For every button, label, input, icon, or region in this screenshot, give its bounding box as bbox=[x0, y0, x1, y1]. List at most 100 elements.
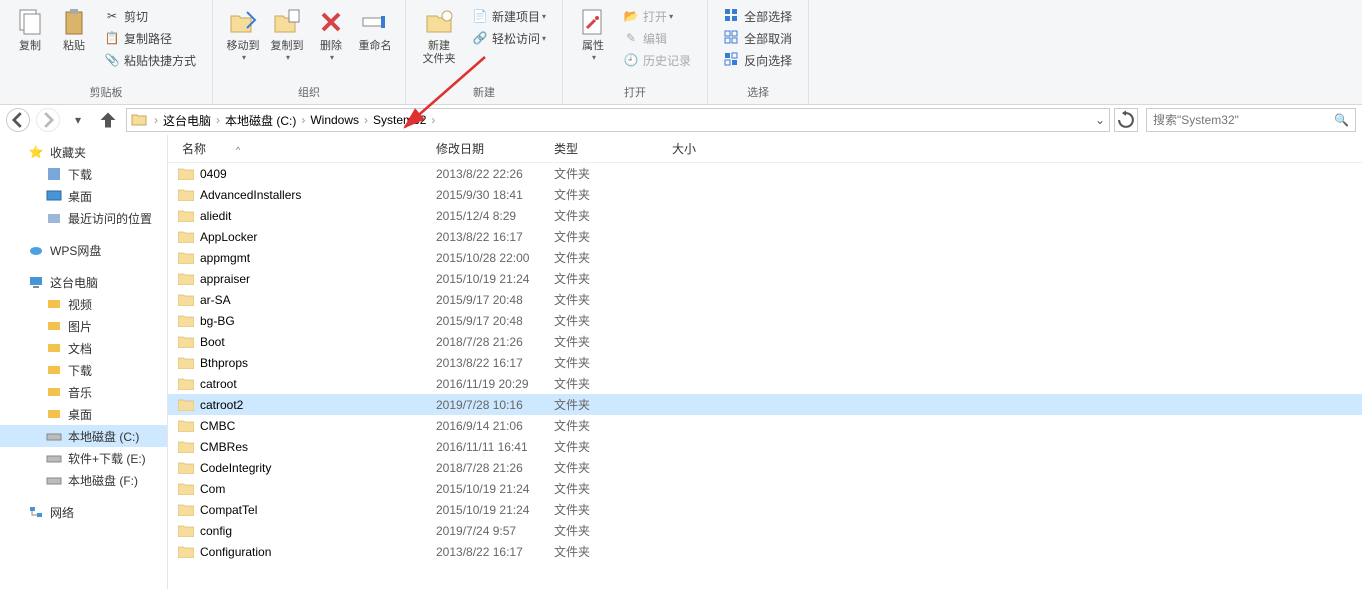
sidebar-videos[interactable]: 视频 bbox=[0, 293, 167, 315]
move-to-button[interactable]: 移动到▾ bbox=[221, 4, 265, 62]
sidebar-network[interactable]: 网络 bbox=[0, 501, 167, 523]
folder-icon bbox=[178, 524, 194, 537]
breadcrumb-separator[interactable]: › bbox=[151, 113, 161, 127]
forward-button[interactable] bbox=[36, 108, 60, 132]
back-button[interactable] bbox=[6, 108, 30, 132]
paste-button[interactable]: 粘贴 bbox=[52, 4, 96, 53]
sidebar-music[interactable]: 音乐 bbox=[0, 381, 167, 403]
file-type-cell: 文件夹 bbox=[554, 480, 672, 497]
breadcrumb-separator[interactable]: › bbox=[213, 113, 223, 127]
cut-button[interactable]: ✂剪切 bbox=[100, 5, 200, 27]
file-row[interactable]: CMBC2016/9/14 21:06文件夹 bbox=[168, 415, 1362, 436]
new-folder-button[interactable]: 新建 文件夹 bbox=[414, 4, 464, 66]
history-button[interactable]: 🕘历史记录 bbox=[619, 49, 695, 71]
file-row[interactable]: Boot2018/7/28 21:26文件夹 bbox=[168, 331, 1362, 352]
sidebar-fdrive[interactable]: 本地磁盘 (F:) bbox=[0, 469, 167, 491]
refresh-button[interactable] bbox=[1114, 108, 1138, 132]
breadcrumb-windows[interactable]: Windows bbox=[308, 113, 361, 127]
file-row[interactable]: bg-BG2015/9/17 20:48文件夹 bbox=[168, 310, 1362, 331]
copy-path-button[interactable]: 📋复制路径 bbox=[100, 27, 200, 49]
sidebar-desktop2[interactable]: 桌面 bbox=[0, 403, 167, 425]
file-row[interactable]: config2019/7/24 9:57文件夹 bbox=[168, 520, 1362, 541]
music-icon bbox=[46, 384, 62, 400]
file-row[interactable]: appmgmt2015/10/28 22:00文件夹 bbox=[168, 247, 1362, 268]
file-date-cell: 2015/9/30 18:41 bbox=[436, 188, 554, 202]
select-all-button[interactable]: 全部选择 bbox=[720, 5, 796, 27]
file-row[interactable]: Configuration2013/8/22 16:17文件夹 bbox=[168, 541, 1362, 562]
ribbon-group-new: 新建 文件夹 📄新建项目▾ 🔗轻松访问▾ 新建 bbox=[406, 0, 563, 104]
file-name-cell: ar-SA bbox=[178, 293, 436, 307]
rename-button[interactable]: 重命名 bbox=[353, 4, 397, 53]
select-invert-icon bbox=[724, 52, 740, 68]
sidebar-documents[interactable]: 文档 bbox=[0, 337, 167, 359]
sidebar-wps[interactable]: WPS网盘 bbox=[0, 239, 167, 261]
rename-icon bbox=[359, 6, 391, 38]
sidebar-pictures[interactable]: 图片 bbox=[0, 315, 167, 337]
breadcrumb-separator[interactable]: › bbox=[361, 113, 371, 127]
col-name-header[interactable]: 名称^ bbox=[178, 140, 436, 157]
new-folder-icon bbox=[423, 6, 455, 38]
file-date-cell: 2016/11/19 20:29 bbox=[436, 377, 554, 391]
sidebar-downloads2[interactable]: 下载 bbox=[0, 359, 167, 381]
col-type-header[interactable]: 类型 bbox=[554, 140, 672, 157]
file-type-cell: 文件夹 bbox=[554, 543, 672, 560]
file-date-cell: 2015/9/17 20:48 bbox=[436, 293, 554, 307]
edit-button[interactable]: ✎编辑 bbox=[619, 27, 695, 49]
file-row[interactable]: AdvancedInstallers2015/9/30 18:41文件夹 bbox=[168, 184, 1362, 205]
column-headers: 名称^ 修改日期 类型 大小 bbox=[168, 135, 1362, 163]
address-dropdown[interactable]: ⌄ bbox=[1095, 113, 1105, 127]
file-name-cell: CMBRes bbox=[178, 440, 436, 454]
file-row[interactable]: catroot22019/7/28 10:16文件夹 bbox=[168, 394, 1362, 415]
breadcrumb-system32[interactable]: System32 bbox=[371, 113, 428, 127]
col-date-header[interactable]: 修改日期 bbox=[436, 140, 554, 157]
download-icon bbox=[46, 166, 62, 182]
file-row[interactable]: ar-SA2015/9/17 20:48文件夹 bbox=[168, 289, 1362, 310]
sidebar-this-pc[interactable]: 这台电脑 bbox=[0, 271, 167, 293]
file-row[interactable]: CMBRes2016/11/11 16:41文件夹 bbox=[168, 436, 1362, 457]
new-item-button[interactable]: 📄新建项目▾ bbox=[468, 5, 550, 27]
ribbon-group-clipboard: 复制 粘贴 ✂剪切 📋复制路径 📎粘贴快捷方式 剪贴板 bbox=[0, 0, 213, 104]
file-row[interactable]: catroot2016/11/19 20:29文件夹 bbox=[168, 373, 1362, 394]
col-size-header[interactable]: 大小 bbox=[672, 140, 752, 157]
sidebar-edrive[interactable]: 软件+下载 (E:) bbox=[0, 447, 167, 469]
delete-button[interactable]: 删除▾ bbox=[309, 4, 353, 62]
address-bar[interactable]: › 这台电脑 › 本地磁盘 (C:) › Windows › System32 … bbox=[126, 108, 1110, 132]
sidebar-favorites[interactable]: ⭐收藏夹 bbox=[0, 141, 167, 163]
file-row[interactable]: appraiser2015/10/19 21:24文件夹 bbox=[168, 268, 1362, 289]
breadcrumb-separator[interactable]: › bbox=[428, 113, 438, 127]
breadcrumb-pc[interactable]: 这台电脑 bbox=[161, 112, 213, 129]
group-label-organize: 组织 bbox=[298, 82, 320, 104]
file-row[interactable]: CodeIntegrity2018/7/28 21:26文件夹 bbox=[168, 457, 1362, 478]
easy-access-button[interactable]: 🔗轻松访问▾ bbox=[468, 27, 550, 49]
breadcrumb-separator[interactable]: › bbox=[298, 113, 308, 127]
folder-icon bbox=[178, 314, 194, 327]
select-none-button[interactable]: 全部取消 bbox=[720, 27, 796, 49]
sidebar-downloads[interactable]: 下载 bbox=[0, 163, 167, 185]
select-none-icon bbox=[724, 30, 740, 46]
file-row[interactable]: 04092013/8/22 22:26文件夹 bbox=[168, 163, 1362, 184]
search-box[interactable]: 🔍 bbox=[1146, 108, 1356, 132]
file-row[interactable]: Com2015/10/19 21:24文件夹 bbox=[168, 478, 1362, 499]
folder-icon bbox=[178, 188, 194, 201]
open-button[interactable]: 📂打开▾ bbox=[619, 5, 695, 27]
file-row[interactable]: aliedit2015/12/4 8:29文件夹 bbox=[168, 205, 1362, 226]
copy-button[interactable]: 复制 bbox=[8, 4, 52, 53]
sidebar-desktop[interactable]: 桌面 bbox=[0, 185, 167, 207]
folder-icon bbox=[178, 461, 194, 474]
paste-shortcut-button[interactable]: 📎粘贴快捷方式 bbox=[100, 49, 200, 71]
select-invert-button[interactable]: 反向选择 bbox=[720, 49, 796, 71]
sidebar-cdrive[interactable]: 本地磁盘 (C:) bbox=[0, 425, 167, 447]
breadcrumb-c[interactable]: 本地磁盘 (C:) bbox=[223, 112, 298, 129]
file-row[interactable]: CompatTel2015/10/19 21:24文件夹 bbox=[168, 499, 1362, 520]
file-type-cell: 文件夹 bbox=[554, 375, 672, 392]
file-row[interactable]: Bthprops2013/8/22 16:17文件夹 bbox=[168, 352, 1362, 373]
file-row[interactable]: AppLocker2013/8/22 16:17文件夹 bbox=[168, 226, 1362, 247]
up-button[interactable] bbox=[96, 108, 120, 132]
recent-dropdown[interactable]: ▾ bbox=[66, 108, 90, 132]
search-input[interactable] bbox=[1153, 113, 1334, 127]
properties-button[interactable]: 属性▾ bbox=[571, 4, 615, 62]
ribbon-group-select: 全部选择 全部取消 反向选择 选择 bbox=[708, 0, 809, 104]
folder-icon bbox=[178, 209, 194, 222]
copy-to-button[interactable]: 复制到▾ bbox=[265, 4, 309, 62]
sidebar-recent[interactable]: 最近访问的位置 bbox=[0, 207, 167, 229]
